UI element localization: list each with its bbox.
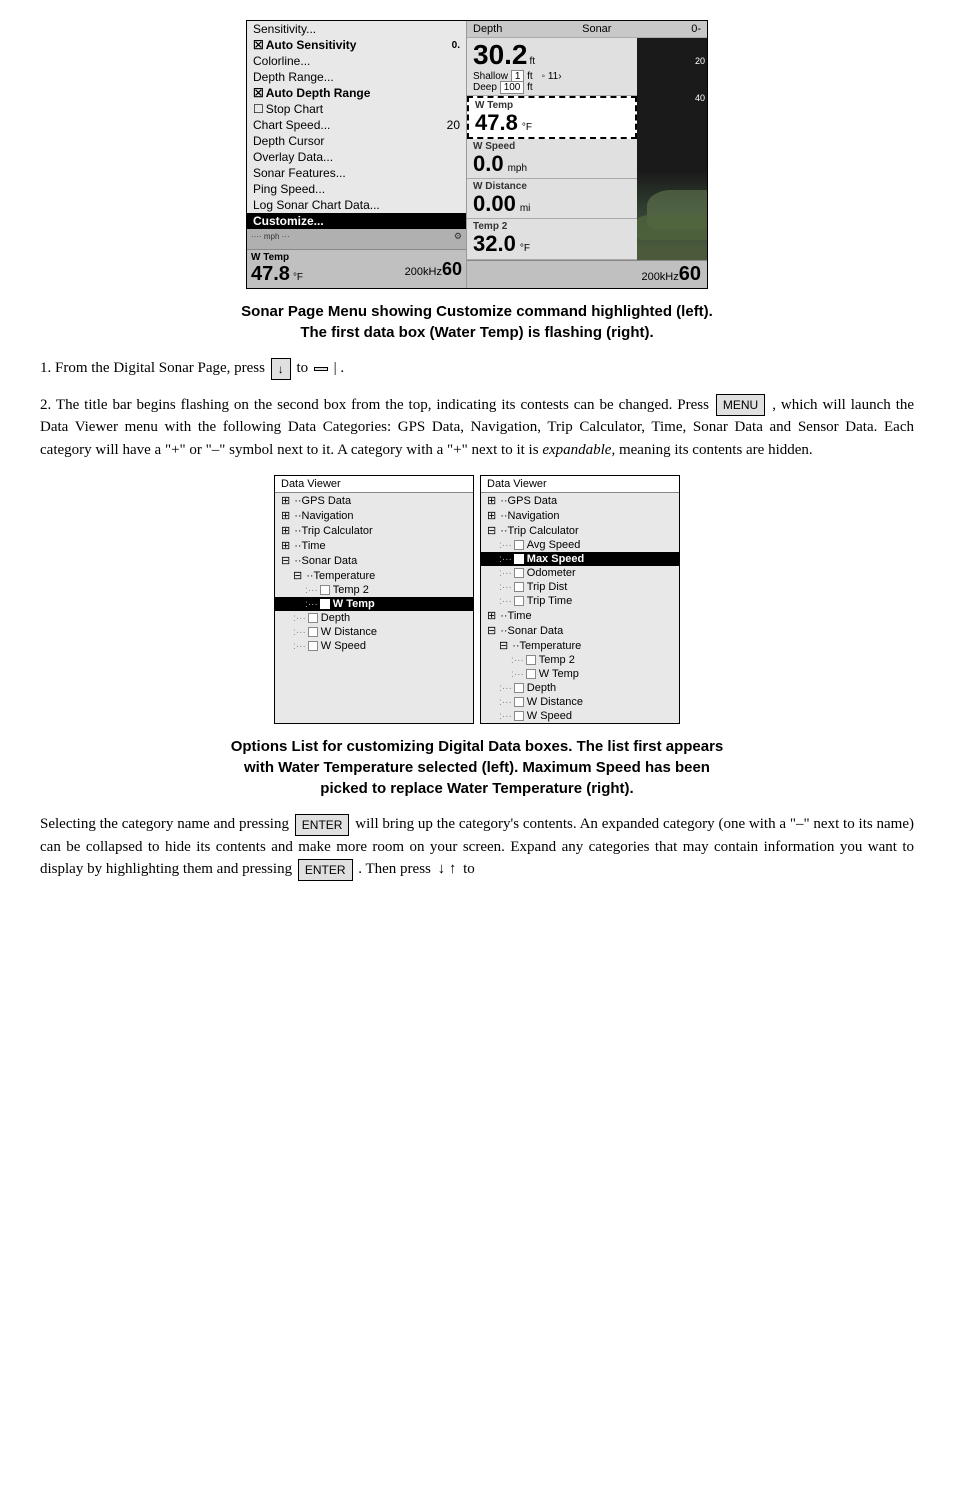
dv-navigation-l: ⊞··Navigation xyxy=(275,508,473,523)
dv-trip-time-r: :··· Trip Time xyxy=(481,594,679,608)
wspeed-box: W Speed 0.0 mph xyxy=(467,139,637,179)
menu-panel: Sensitivity... ☒ Auto Sensitivity 0. Col… xyxy=(247,21,467,288)
dv-left-header: Data Viewer xyxy=(275,476,473,493)
step3-arrows: ↓ ↑ xyxy=(438,861,457,877)
dv-padding-l xyxy=(275,653,473,693)
data-boxes: 30.2 ft Shallow 1 ft ◦ 11› xyxy=(467,38,637,260)
temp2-box: Temp 2 32.0 °F xyxy=(467,219,637,259)
caption-1: Sonar Page Menu showing Customize comman… xyxy=(40,301,914,343)
dv-trip-calc-l: ⊞··Trip Calculator xyxy=(275,523,473,538)
dv-time-l: ⊞··Time xyxy=(275,538,473,553)
data-viewer-left: Data Viewer ⊞··GPS Data ⊞··Navigation ⊞·… xyxy=(274,475,474,724)
menu-item-overlay-data: Overlay Data... xyxy=(247,149,466,165)
dv-right-header: Data Viewer xyxy=(481,476,679,493)
sonar-header: Depth Sonar 0- xyxy=(467,21,707,38)
dv-max-speed-r: :··· Max Speed xyxy=(481,552,679,566)
depth-side: 30.2 ft Shallow 1 ft ◦ 11› xyxy=(473,40,631,93)
step3-button1[interactable]: ENTER xyxy=(295,814,350,836)
depth-left: 30.2 ft Shallow 1 ft ◦ 11› xyxy=(473,40,631,93)
caption-2: Options List for customizing Digital Dat… xyxy=(40,736,914,799)
scale-20: 20 xyxy=(695,56,705,66)
freq-box-right: 200kHz60 xyxy=(641,263,701,286)
dv-wdist-r: :··· W Distance xyxy=(481,695,679,709)
step3-button2[interactable]: ENTER xyxy=(298,859,353,881)
sonar-image: 20 40 xyxy=(637,38,707,260)
dv-sonar-data-r: ⊟··Sonar Data xyxy=(481,623,679,638)
dv-depth-l: :··· Depth xyxy=(275,611,473,625)
top-screenshot-container: Sensitivity... ☒ Auto Sensitivity 0. Col… xyxy=(40,20,914,289)
dv-trip-dist-r: :··· Trip Dist xyxy=(481,580,679,594)
sonar-main-area: 30.2 ft Shallow 1 ft ◦ 11› xyxy=(467,38,707,260)
dv-temp2-r: :··· Temp 2 xyxy=(481,653,679,667)
dv-temperature-l: ⊟··Temperature xyxy=(275,568,473,583)
data-viewer-right: Data Viewer ⊞··GPS Data ⊞··Navigation ⊟·… xyxy=(480,475,680,724)
dv-temperature-r: ⊟··Temperature xyxy=(481,638,679,653)
freq-box-left: 200kHz60 xyxy=(405,259,462,280)
menu-item-depth-range: Depth Range... xyxy=(247,69,466,85)
dv-sonar-data-l: ⊟··Sonar Data xyxy=(275,553,473,568)
wtemp-box-left: W Temp 47.8 °F xyxy=(251,252,405,286)
noise-line: ···· mph ··· ⚙ xyxy=(247,229,466,249)
top-screenshots: Sensitivity... ☒ Auto Sensitivity 0. Col… xyxy=(246,20,708,289)
shallow-deep-fields: Shallow 1 ft ◦ 11› Deep 100 xyxy=(473,71,631,93)
dv-depth-r: :··· Depth xyxy=(481,681,679,695)
step-3-text: Selecting the category name and pressing… xyxy=(40,813,914,881)
scale-40: 40 xyxy=(695,93,705,103)
dv-wdist-l: :··· W Distance xyxy=(275,625,473,639)
right-bottom-bar: 200kHz60 xyxy=(467,260,707,288)
menu-item-sonar-features: Sonar Features... xyxy=(247,165,466,181)
wtemp-box-right: W Temp 47.8 °F xyxy=(467,96,637,139)
menu-item-customize: Customize... xyxy=(247,213,466,229)
dv-temp2-l: :··· Temp 2 xyxy=(275,583,473,597)
step1-button2[interactable] xyxy=(314,367,328,371)
dv-time-r: ⊞··Time xyxy=(481,608,679,623)
step2-button[interactable]: MENU xyxy=(716,394,765,416)
left-bottom-bar: W Temp 47.8 °F 200kHz60 xyxy=(247,249,466,288)
dv-wtemp-r: :··· W Temp xyxy=(481,667,679,681)
dv-gps-data-r: ⊞··GPS Data xyxy=(481,493,679,508)
data-viewer-screenshots: Data Viewer ⊞··GPS Data ⊞··Navigation ⊞·… xyxy=(40,475,914,724)
menu-item-auto-sensitivity: ☒ Auto Sensitivity 0. xyxy=(247,37,466,53)
sonar-panel: Depth Sonar 0- 30.2 ft xyxy=(467,21,707,288)
dv-wspeed-l: :··· W Speed xyxy=(275,639,473,653)
dv-avg-speed-r: :··· Avg Speed xyxy=(481,538,679,552)
menu-item-chart-speed: Chart Speed... 20 xyxy=(247,117,466,133)
dv-navigation-r: ⊞··Navigation xyxy=(481,508,679,523)
sonar-blob2 xyxy=(637,215,707,240)
step-2-text: 2. The title bar begins flashing on the … xyxy=(40,394,914,462)
dv-odometer-r: :··· Odometer xyxy=(481,566,679,580)
dv-wspeed-r: :··· W Speed xyxy=(481,709,679,723)
menu-item-colorline: Colorline... xyxy=(247,53,466,69)
step-1-text: 1. From the Digital Sonar Page, press ↓ … xyxy=(40,357,914,380)
menu-item-auto-depth: ☒ Auto Depth Range xyxy=(247,85,466,101)
menu-item-stop-chart: ☐ Stop Chart xyxy=(247,101,466,117)
menu-item-sensitivity: Sensitivity... xyxy=(247,21,466,37)
wdistance-box: W Distance 0.00 mi xyxy=(467,179,637,219)
depth-box: 30.2 ft Shallow 1 ft ◦ 11› xyxy=(467,38,637,96)
menu-item-ping-speed: Ping Speed... xyxy=(247,181,466,197)
menu-item-log-sonar: Log Sonar Chart Data... xyxy=(247,197,466,213)
dv-wtemp-l: :··· W Temp xyxy=(275,597,473,611)
dv-gps-data-l: ⊞··GPS Data xyxy=(275,493,473,508)
dv-trip-calc-r: ⊟··Trip Calculator xyxy=(481,523,679,538)
step1-button[interactable]: ↓ xyxy=(271,358,291,380)
menu-item-depth-cursor: Depth Cursor xyxy=(247,133,466,149)
